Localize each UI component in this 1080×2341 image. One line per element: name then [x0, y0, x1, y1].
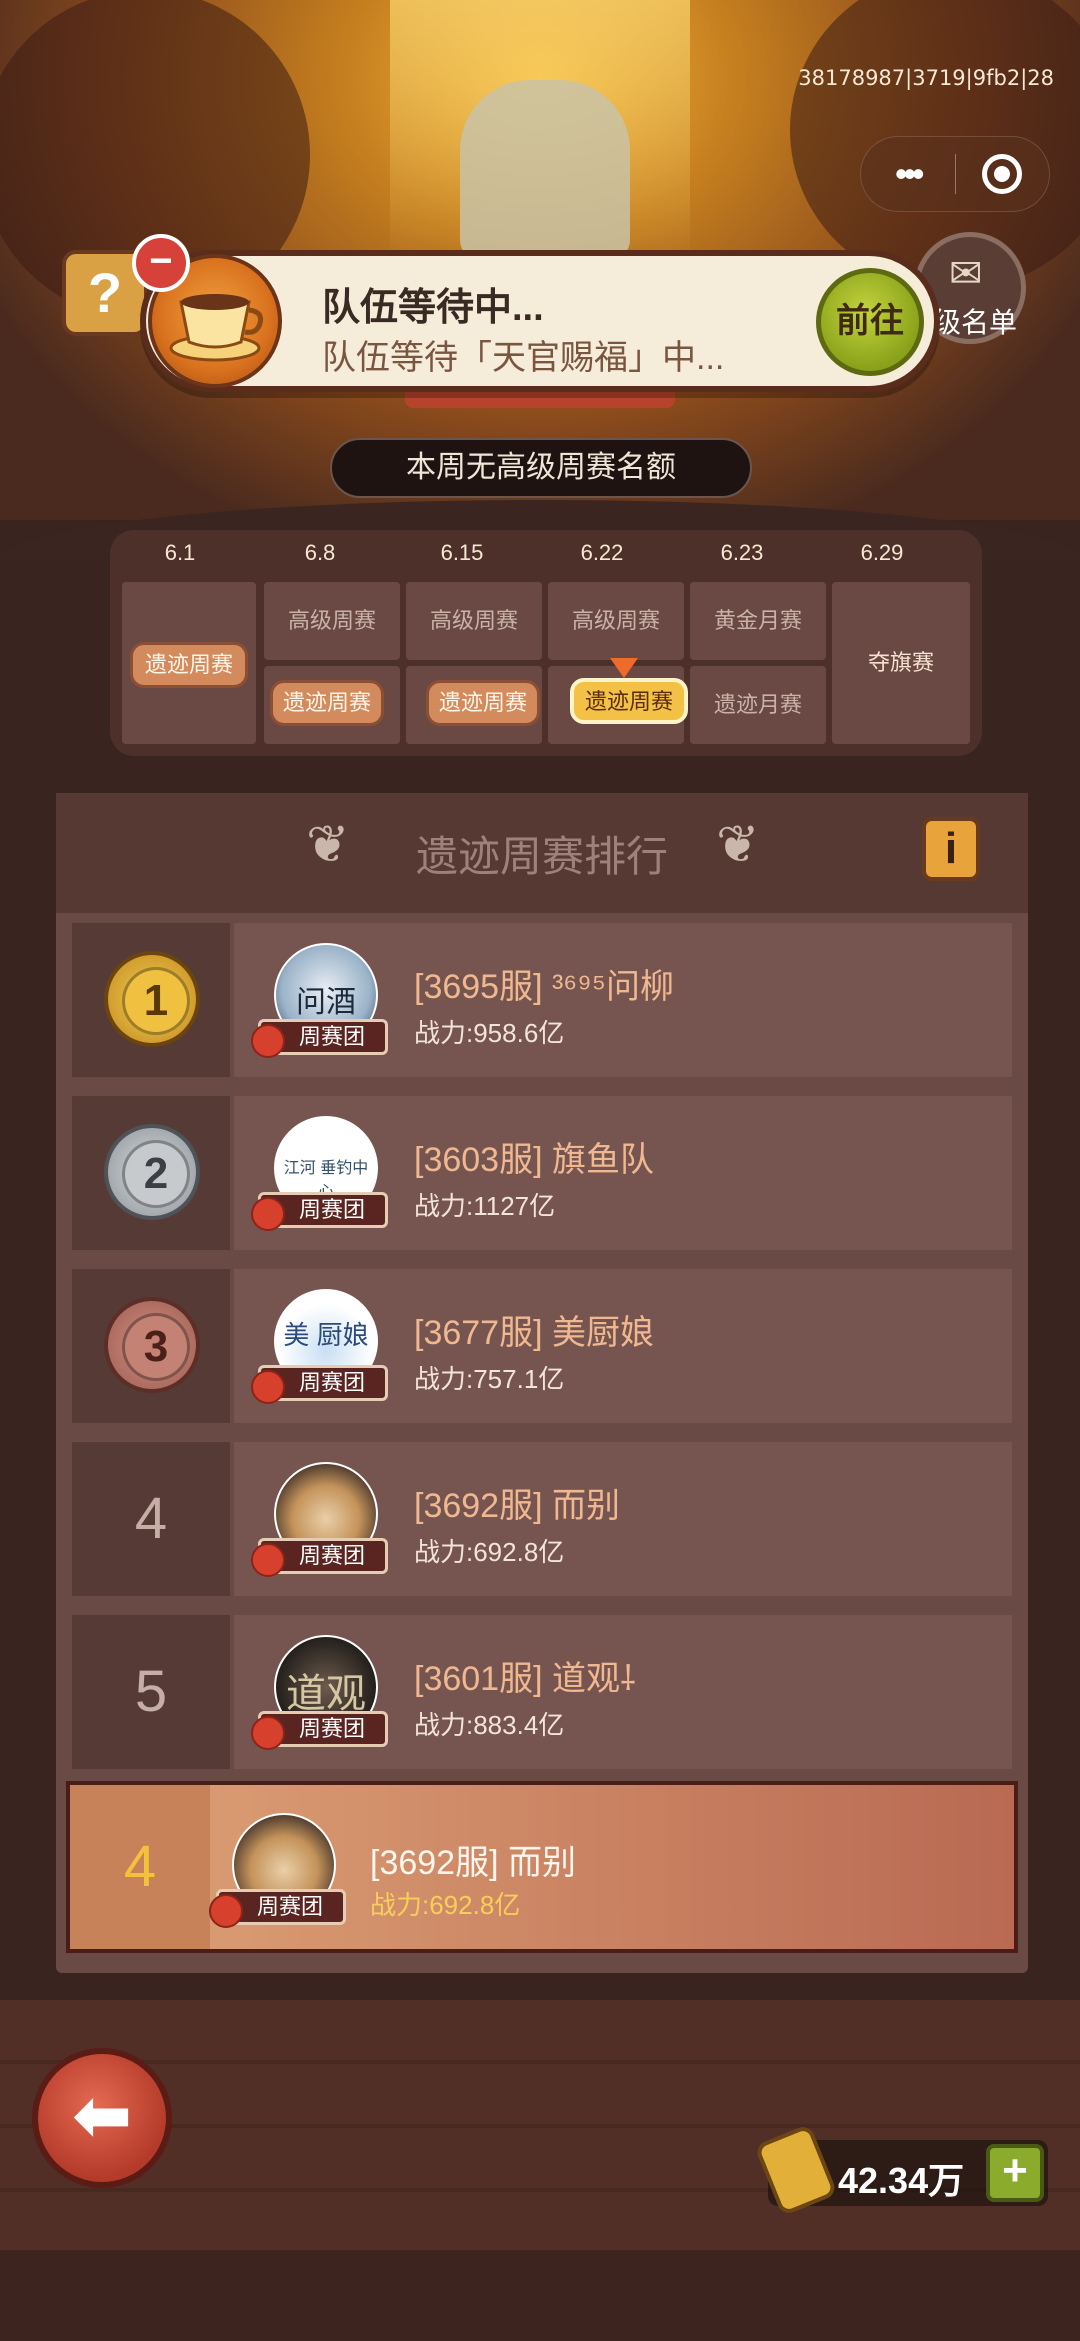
ranking-row-body: 道观 周赛团 [3601服] 道观⸸ 战力:883.4亿 [234, 1615, 1012, 1769]
ranking-row[interactable]: 3 美 厨娘 周赛团 [3677服] 美厨娘 战力:757.1亿 [72, 1269, 1012, 1423]
team-name: [3603服] 旗鱼队 [414, 1141, 654, 1179]
schedule-event-flag-capture[interactable]: 夺旗赛 [832, 582, 970, 744]
back-arrow-button[interactable]: ⬅ [32, 2048, 172, 2188]
ranking-row[interactable]: 2 江河 垂钓中心 周赛团 [3603服] 旗鱼队 战力:1127亿 [72, 1096, 1012, 1250]
schedule-event-advanced-weekly[interactable]: 高级周赛 [406, 582, 542, 660]
go-button[interactable]: 前往 [816, 268, 924, 376]
team-tag-badge: 周赛团 [251, 1019, 388, 1058]
schedule-event-relic-monthly[interactable]: 遗迹月赛 [690, 666, 826, 744]
rank-cell: 4 [72, 1442, 230, 1596]
team-name: [3692服] 而别 [414, 1487, 620, 1525]
info-button[interactable]: i [922, 817, 980, 881]
ranking-board: ❦ 遗迹周赛排行 ❦ i 1 问酒 周赛团 [3695服] ³⁶⁹⁵问柳 战力:… [56, 793, 1028, 1973]
statue-image [460, 80, 630, 260]
scroll-icon: ✉ [949, 252, 983, 296]
team-power: 战力:883.4亿 [414, 1710, 565, 1740]
schedule-event-advanced-weekly[interactable]: 高级周赛 [264, 582, 400, 660]
more-menu-icon[interactable]: ••• [861, 136, 955, 212]
ranking-header: ❦ 遗迹周赛排行 ❦ i [56, 793, 1028, 913]
schedule-event-relic-weekly[interactable]: 遗迹周赛 [130, 642, 248, 688]
close-miniprogram-icon[interactable] [956, 154, 1050, 194]
rank-cell: 2 [72, 1096, 230, 1250]
team-name: [3601服] 道观⸸ [414, 1660, 636, 1698]
bottom-bar [0, 2250, 1080, 2341]
team-name: [3677服] 美厨娘 [414, 1314, 654, 1352]
ranking-row[interactable]: 5 道观 周赛团 [3601服] 道观⸸ 战力:883.4亿 [72, 1615, 1012, 1769]
bronze-medal-icon: 3 [104, 1297, 200, 1393]
my-team-row-body: 周赛团 [3692服] 而别 战力:692.8亿 [209, 1785, 1014, 1949]
add-currency-button[interactable]: + [986, 2144, 1044, 2202]
team-power: 战力:757.1亿 [414, 1364, 565, 1394]
rank-cell: 1 [72, 923, 230, 1077]
schedule-event-advanced-weekly[interactable]: 高级周赛 [548, 582, 684, 660]
schedule-event-relic-weekly-selected[interactable]: 遗迹周赛 [570, 678, 688, 724]
my-team-name: [3692服] 而别 [370, 1844, 576, 1882]
schedule-event-relic-weekly[interactable]: 遗迹周赛 [426, 680, 540, 726]
rank-list-label: 级名单 [933, 307, 1018, 338]
ranking-row-body: 江河 垂钓中心 周赛团 [3603服] 旗鱼队 战力:1127亿 [234, 1096, 1012, 1250]
team-tag-badge: 周赛团 [209, 1889, 346, 1928]
my-team-row[interactable]: 4 周赛团 [3692服] 而别 战力:692.8亿 [66, 1781, 1018, 1953]
queue-title: 队伍等待中... [322, 287, 544, 329]
schedule-event-gold-monthly[interactable]: 黄金月赛 [690, 582, 826, 660]
team-tag-badge: 周赛团 [251, 1192, 388, 1231]
rank-cell: 3 [72, 1269, 230, 1423]
queue-subtitle: 队伍等待「天官赐福」中... [322, 339, 725, 377]
laurel-right-icon: ❦ [716, 816, 760, 874]
rank-cell: 5 [72, 1615, 230, 1769]
my-rank-number: 4 [123, 1834, 157, 1899]
selected-indicator-icon [610, 658, 638, 678]
date-label: 6.22 [580, 540, 624, 565]
gold-medal-icon: 1 [104, 951, 200, 1047]
team-tag-badge: 周赛团 [251, 1538, 388, 1577]
date-label: 6.1 [164, 540, 196, 565]
rank-number: 5 [134, 1659, 168, 1724]
ranking-title: 遗迹周赛排行 [415, 833, 668, 880]
date-label: 6.8 [304, 540, 336, 565]
team-power: 战力:958.6亿 [414, 1018, 565, 1048]
my-team-power: 战力:692.8亿 [370, 1890, 521, 1920]
schedule-event-relic-weekly[interactable]: 遗迹周赛 [270, 680, 384, 726]
schedule-panel: 6.1 6.8 6.15 6.22 6.23 6.29 遗迹周赛 高级周赛 高级… [110, 530, 982, 756]
ranking-row-body: 周赛团 [3692服] 而别 战力:692.8亿 [234, 1442, 1012, 1596]
team-name: [3695服] ³⁶⁹⁵问柳 [414, 968, 674, 1006]
team-tag-badge: 周赛团 [251, 1711, 388, 1750]
ranking-row[interactable]: 1 问酒 周赛团 [3695服] ³⁶⁹⁵问柳 战力:958.6亿 [72, 923, 1012, 1077]
rank-cell: 4 [70, 1785, 210, 1949]
date-label: 6.23 [720, 540, 764, 565]
dismiss-popup-button[interactable]: − [132, 234, 190, 292]
ranking-row-body: 问酒 周赛团 [3695服] ³⁶⁹⁵问柳 战力:958.6亿 [234, 923, 1012, 1077]
no-quota-banner: 本周无高级周赛名额 [330, 438, 752, 498]
date-label: 6.15 [440, 540, 484, 565]
debug-id-text: 38178987|3719|9fb2|28 [798, 66, 1054, 90]
ranking-row-body: 美 厨娘 周赛团 [3677服] 美厨娘 战力:757.1亿 [234, 1269, 1012, 1423]
schedule-dates: 6.1 6.8 6.15 6.22 6.23 6.29 [110, 540, 982, 580]
team-power: 战力:1127亿 [414, 1191, 556, 1221]
currency-amount: 42.34万 [838, 2160, 965, 2201]
team-power: 战力:692.8亿 [414, 1537, 565, 1567]
date-label: 6.29 [860, 540, 904, 565]
team-queue-popup: − 队伍等待中... 队伍等待「天官赐福」中... 前往 [132, 234, 940, 392]
miniprogram-capsule: ••• [860, 136, 1050, 212]
team-tag-badge: 周赛团 [251, 1365, 388, 1404]
ranking-row[interactable]: 4 周赛团 [3692服] 而别 战力:692.8亿 [72, 1442, 1012, 1596]
currency-display: 42.34万 + [753, 2123, 1048, 2217]
silver-medal-icon: 2 [104, 1124, 200, 1220]
rank-number: 4 [134, 1486, 168, 1551]
